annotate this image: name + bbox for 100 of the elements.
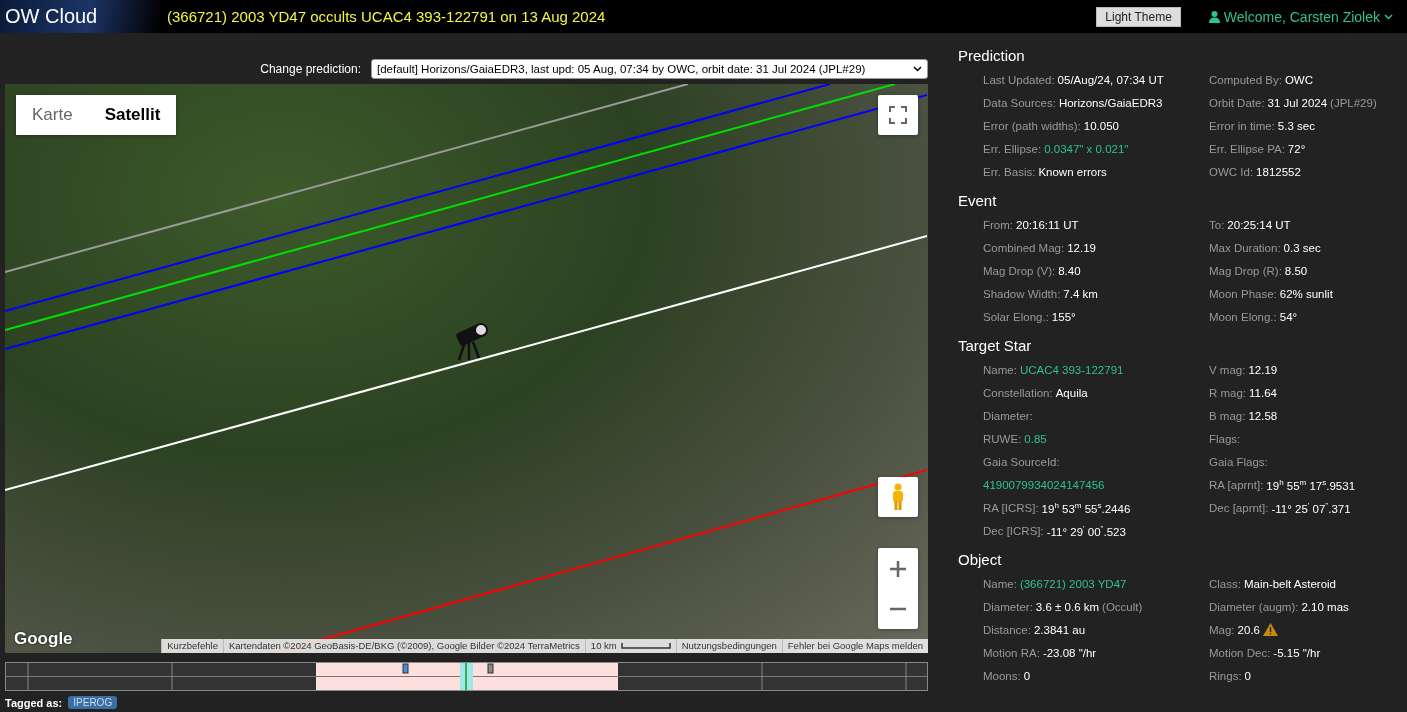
field-label: Err. Ellipse: — [983, 142, 1042, 155]
field-label: Name: — [983, 363, 1017, 376]
field-label: Name: — [983, 577, 1017, 590]
theme-button[interactable]: Light Theme — [1096, 6, 1181, 27]
field-value: 72° — [1287, 142, 1306, 155]
zoom-in-icon[interactable] — [889, 559, 907, 578]
event-title: (366721) 2003 YD47 occults UCAC4 393-122791 on 13 Aug 2024 — [167, 8, 607, 25]
user-greeting: Welcome, Carsten Ziolek — [1223, 8, 1380, 25]
field-label: Gaia Flags: — [1209, 455, 1268, 468]
field-label: From: — [983, 218, 1014, 231]
field-label: Diameter (augm): — [1209, 600, 1299, 613]
shortcuts-link[interactable]: Kurzbefehle — [161, 639, 223, 653]
section-title: Object — [958, 551, 1003, 568]
field-value: 8.50 — [1284, 264, 1308, 277]
field-label: Motion Dec: — [1209, 646, 1271, 659]
tag[interactable]: IPEROG — [68, 696, 118, 709]
terms-link[interactable]: Nutzungsbedingungen — [675, 639, 782, 653]
field-label: R mag: — [1209, 386, 1247, 399]
field-label: RA [aprnt]: — [1209, 478, 1264, 491]
field-label: Err. Ellipse PA: — [1209, 142, 1285, 155]
field-link[interactable]: 0.0347" x 0.021" — [1044, 142, 1129, 155]
field-value: 20:16:11 UT — [1016, 218, 1079, 231]
field-label: V mag: — [1209, 363, 1246, 376]
field-label: Mag Drop (R): — [1209, 264, 1282, 277]
field-value: 12.58 — [1248, 409, 1278, 422]
field-label: RUWE: — [983, 432, 1022, 445]
field-label: Error in time: — [1209, 119, 1275, 132]
fullscreen-button[interactable] — [878, 95, 918, 135]
field-value: 20.6 — [1237, 623, 1260, 636]
section-title: Event — [958, 192, 998, 209]
field-value: -11° 25$^{'}$ 07$^{"}$.371 — [1271, 500, 1351, 515]
field-label: RA [ICRS]: — [983, 501, 1039, 514]
field-value: 31 Jul 2024 — [1267, 96, 1328, 109]
field-value: Main-belt Asteroid — [1243, 577, 1336, 590]
field-label: Diameter: — [983, 600, 1033, 613]
field-link[interactable]: 0.85 — [1024, 432, 1047, 445]
field-value: OWC — [1284, 73, 1313, 86]
field-label: Gaia SourceId: — [983, 455, 1060, 468]
field-note: (JPL#29) — [1330, 96, 1377, 109]
field-label: Dec [aprnt]: — [1209, 501, 1269, 514]
field-value: 1812552 — [1256, 165, 1301, 178]
person-icon — [891, 483, 905, 511]
field-label: Err. Basis: — [983, 165, 1036, 178]
field-label: Mag Drop (V): — [983, 264, 1056, 277]
field-value: 0 — [1244, 669, 1251, 682]
field-value: 0 — [1023, 669, 1031, 682]
field-label: Last Updated: — [983, 73, 1055, 86]
field-value: 62% sunlit — [1279, 287, 1333, 300]
field-link[interactable]: UCAC4 393-122791 — [1019, 363, 1124, 376]
field-value: 12.19 — [1067, 241, 1096, 254]
field-value: 7.4 km — [1063, 287, 1098, 300]
field-value: 05/Aug/24, 07:34 UT — [1057, 73, 1164, 86]
field-link[interactable]: (366721) 2003 YD47 — [1019, 577, 1127, 590]
map-type-tab[interactable]: Karte — [16, 95, 89, 135]
field-label: Distance: — [983, 623, 1031, 636]
field-value: 20:25:14 UT — [1227, 218, 1291, 231]
tags-label: Tagged as: — [5, 696, 63, 709]
field-value: Aquila — [1055, 386, 1088, 399]
field-label: Shadow Width: — [983, 287, 1061, 300]
field-value: 10.050 — [1083, 119, 1119, 132]
field-value: 0.3 sec — [1283, 241, 1321, 254]
scale-bar-icon — [620, 643, 671, 649]
field-value: -11° 29$^{'}$ 00$^{"}$.523 — [1046, 523, 1126, 538]
satellite-map[interactable]: Karte Satellit Google Kurzbefehle Kartendaten ©2024 GeoBasis-DE/BKG (©2009), Google Bilder ©2024 TerraMetrics 10 km Nutzungsbedingungen Fehler bei Google Maps melden — [5, 84, 928, 653]
field-label: Moon Phase: — [1209, 287, 1277, 300]
field-label: Diameter: — [983, 409, 1033, 422]
field-label: Moon Elong.: — [1209, 310, 1277, 323]
section-title: Prediction — [958, 47, 1026, 64]
field-label: Class: — [1209, 577, 1241, 590]
logo[interactable]: OW Cloud — [5, 5, 98, 28]
field-label: To: — [1209, 218, 1225, 231]
field-label: Flags: — [1209, 432, 1241, 445]
prediction-label: Change prediction: — [260, 62, 361, 76]
field-label: Data Sources: — [983, 96, 1056, 109]
field-value: 3.6 ± 0.6 km — [1035, 600, 1100, 613]
zoom-control[interactable] — [878, 548, 918, 629]
map-logo: Google — [14, 629, 73, 649]
field-value: 2.3841 au — [1033, 623, 1086, 636]
prediction-select[interactable]: [default] Horizons/GaiaEDR3, last upd: 05 Aug, 07:34 by OWC, orbit date: 31 Jul 2024 (JPL#29) — [371, 59, 928, 79]
field-value: 5.3 sec — [1277, 119, 1315, 132]
map-type-tab[interactable]: Satellit — [88, 95, 177, 135]
field-note: (Occult) — [1102, 600, 1143, 613]
map-data-credit: Kartendaten ©2024 GeoBasis-DE/BKG (©2009), Google Bilder ©2024 TerraMetrics — [222, 639, 585, 653]
section-title: Target Star — [958, 337, 1033, 354]
chevron-down-icon — [1384, 13, 1393, 20]
field-link[interactable]: 4190079934024147456 — [983, 478, 1105, 491]
fullscreen-icon — [889, 106, 907, 124]
user-menu[interactable]: Welcome, Carsten Ziolek — [1208, 8, 1393, 25]
user-icon — [1208, 10, 1220, 23]
field-value: 155° — [1051, 310, 1076, 323]
field-value: -23.08 "/hr — [1042, 646, 1097, 659]
field-value: 19$^{h}$ 55$^{m}$ 17$^{s}$.9531 — [1266, 477, 1356, 492]
field-label: Orbit Date: — [1209, 96, 1265, 109]
field-label: Error (path widths): — [983, 119, 1081, 132]
field-value: -5.15 "/hr — [1273, 646, 1321, 659]
field-label: Computed By: — [1209, 73, 1282, 86]
field-value: 12.19 — [1248, 363, 1278, 376]
field-label: Rings: — [1209, 669, 1242, 682]
report-link[interactable]: Fehler bei Google Maps melden — [781, 639, 928, 653]
map-scale[interactable]: 10 km — [584, 639, 676, 653]
